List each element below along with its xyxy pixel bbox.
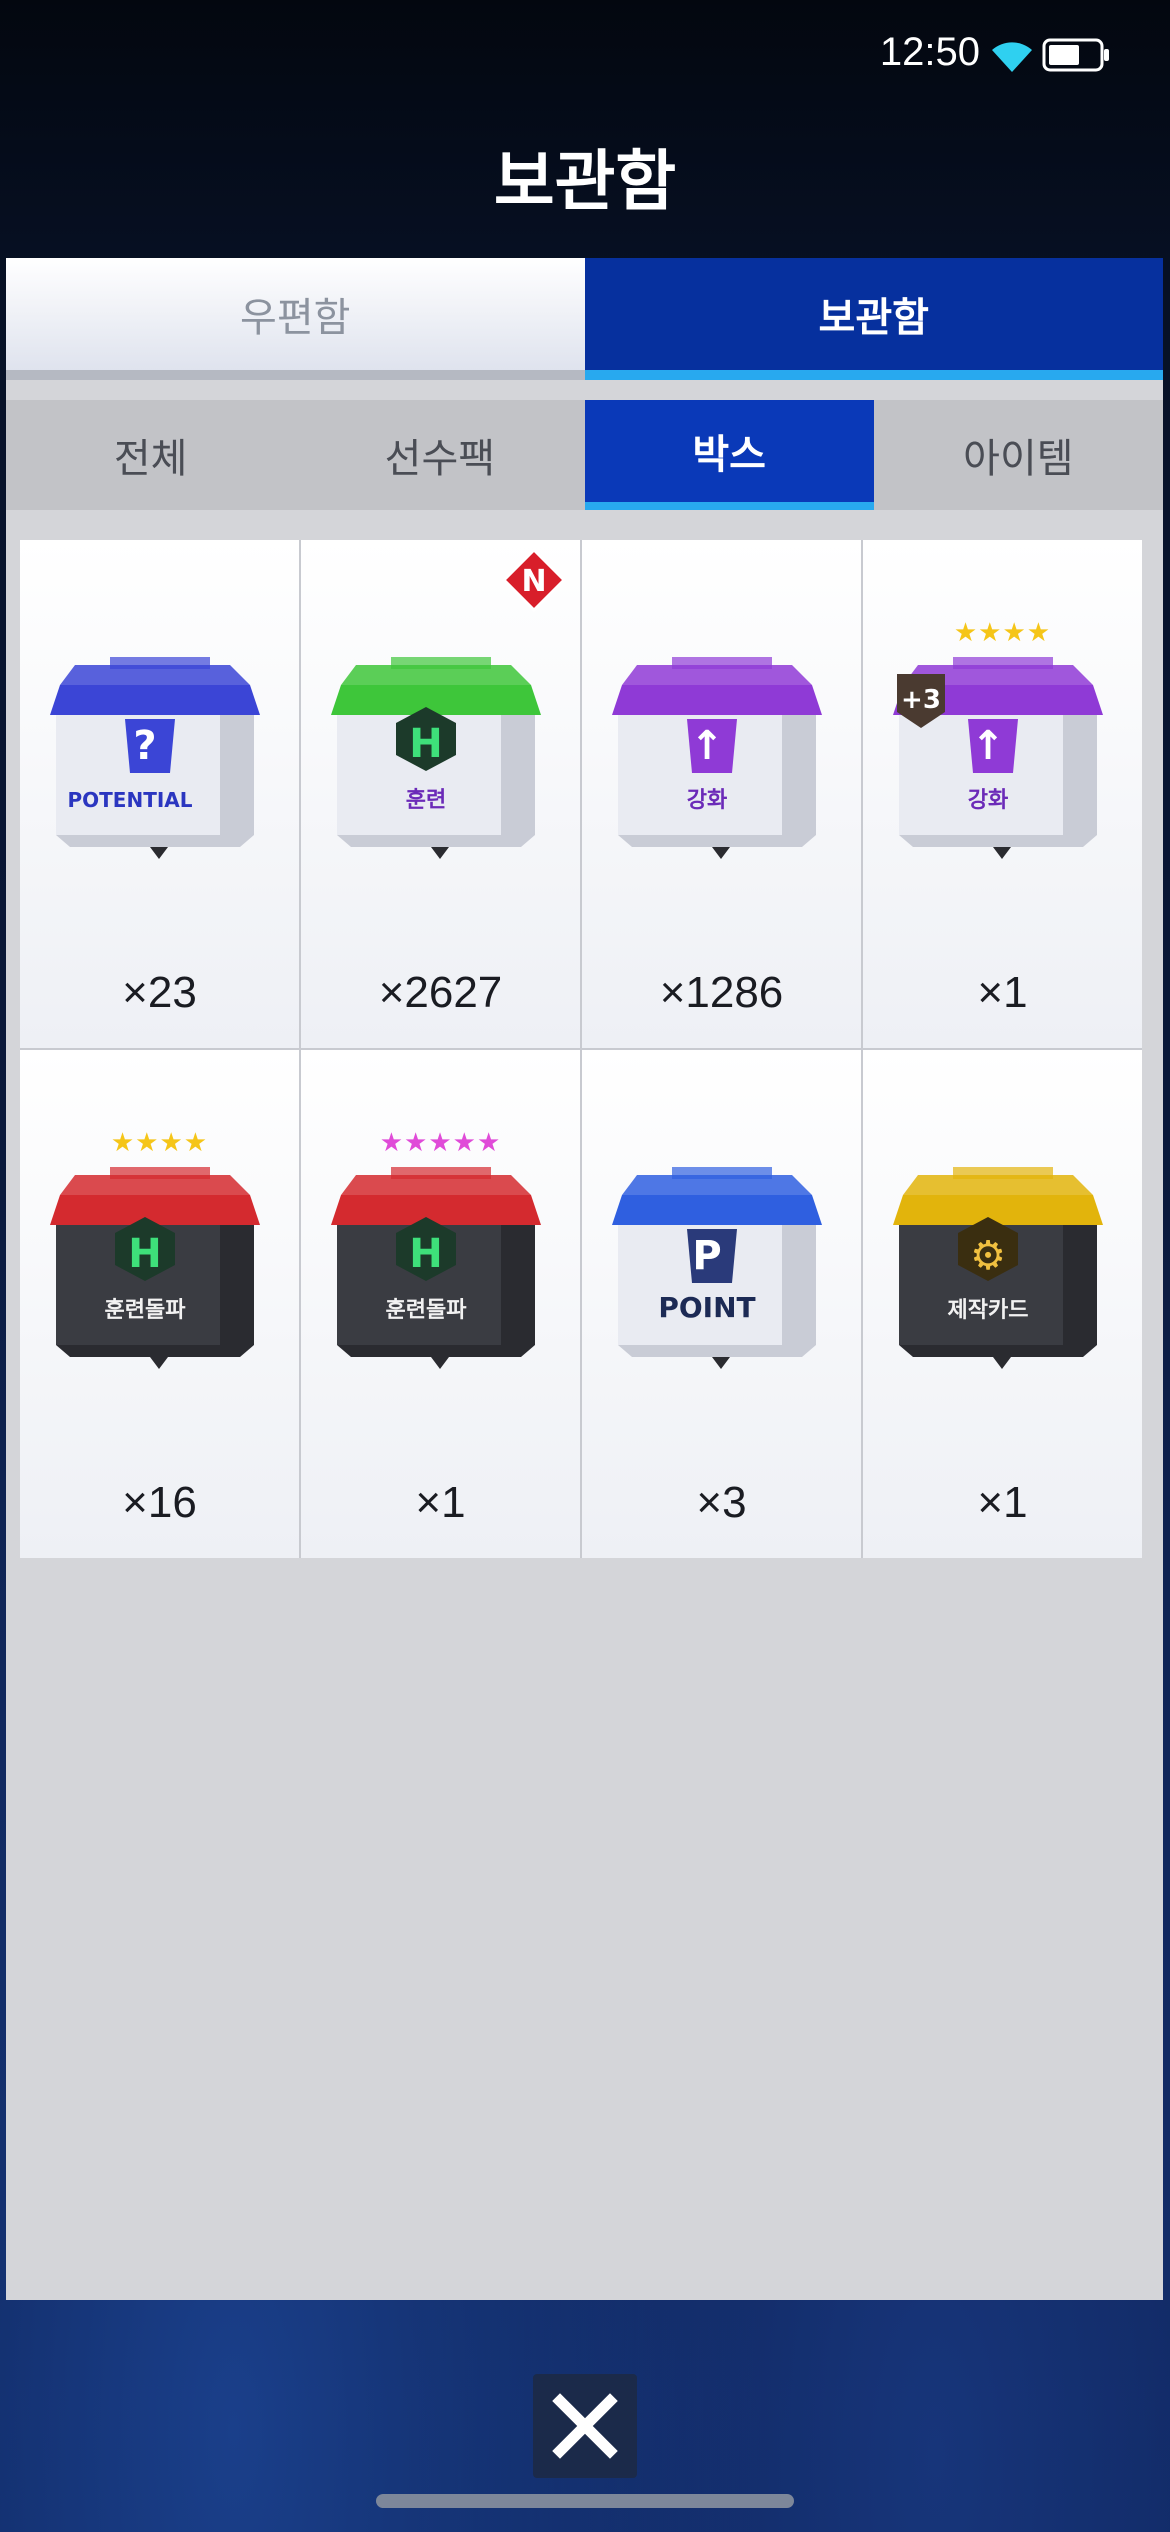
close-icon	[552, 2393, 618, 2459]
box-count: ×3	[696, 1478, 747, 1527]
star-rating: ★★★★	[953, 618, 1052, 648]
clock: 12:50	[879, 30, 980, 74]
box-count: ×1	[977, 968, 1028, 1017]
new-badge: N	[501, 547, 567, 616]
svg-text:훈련: 훈련	[406, 788, 446, 813]
top-tab-bar: 우편함 보관함	[6, 258, 1163, 380]
box-item[interactable]: P POINT ×3	[582, 1050, 861, 1558]
box-icon: ⚙ 제작카드	[893, 1167, 1103, 1369]
svg-text:N: N	[521, 564, 546, 599]
close-button[interactable]	[533, 2374, 637, 2478]
tab-player-pack-label: 선수팩	[384, 436, 496, 482]
box-count: ×23	[122, 968, 197, 1017]
box-icon: H 훈련돌파	[50, 1167, 260, 1369]
tab-player-pack[interactable]: 선수팩	[295, 400, 584, 510]
tab-all[interactable]: 전체	[6, 400, 295, 510]
status-bar: 12:50	[0, 0, 1170, 110]
svg-text:H: H	[128, 1231, 161, 1277]
box-count: ×1286	[659, 968, 784, 1017]
tab-storage[interactable]: 보관함	[584, 258, 1163, 380]
box-icon: ↑ 강화	[612, 657, 822, 859]
box-icon: H 훈련돌파	[331, 1167, 541, 1369]
tab-all-label: 전체	[113, 436, 188, 482]
box-count: ×1	[415, 1478, 466, 1527]
svg-text:+3: +3	[901, 685, 941, 715]
box-item[interactable]: H 훈련 N ×2627	[301, 540, 580, 1048]
box-count: ×1	[977, 1478, 1028, 1527]
svg-text:P: P	[692, 1233, 721, 1279]
box-count: ×2627	[378, 968, 503, 1017]
tab-mailbox[interactable]: 우편함	[6, 258, 585, 380]
svg-text:↑: ↑	[690, 723, 724, 769]
star-rating: ★★★★★	[379, 1128, 502, 1158]
svg-text:제작카드: 제작카드	[948, 1298, 1029, 1323]
svg-text:POTENTIAL: POTENTIAL	[67, 788, 192, 812]
upgrade-level-badge: +3	[891, 670, 951, 734]
category-tab-bar: 전체 선수팩 박스 아이템	[6, 400, 1163, 510]
svg-text:훈련돌파: 훈련돌파	[105, 1298, 187, 1323]
svg-text:POINT: POINT	[658, 1291, 755, 1324]
page-title: 보관함	[493, 143, 677, 220]
tab-storage-label: 보관함	[818, 295, 929, 341]
box-icon: ? POTENTIAL	[50, 657, 260, 859]
star-rating: ★★★★	[110, 1128, 209, 1158]
svg-text:⚙: ⚙	[970, 1233, 1006, 1279]
box-item[interactable]: H 훈련돌파 ★★★★ ×16	[20, 1050, 299, 1558]
box-grid: ? POTENTIAL ×23 H 훈련 N ×2627 ↑ 강화 ×1286 ↑…	[20, 540, 1142, 1558]
box-item[interactable]: ? POTENTIAL ×23	[20, 540, 299, 1048]
svg-text:↑: ↑	[971, 723, 1005, 769]
svg-text:훈련돌파: 훈련돌파	[386, 1298, 468, 1323]
svg-text:H: H	[409, 721, 442, 767]
tab-item[interactable]: 아이템	[874, 400, 1163, 510]
box-icon: H 훈련	[331, 657, 541, 859]
tab-box[interactable]: 박스	[584, 400, 874, 510]
svg-text:?: ?	[133, 723, 156, 769]
tab-item-label: 아이템	[963, 436, 1074, 482]
wifi-icon	[992, 42, 1032, 72]
box-item[interactable]: ⚙ 제작카드 ×1	[863, 1050, 1142, 1558]
svg-text:강화: 강화	[968, 788, 1008, 813]
svg-text:강화: 강화	[687, 788, 727, 813]
svg-text:H: H	[409, 1231, 442, 1277]
box-icon: P POINT	[612, 1167, 822, 1369]
home-indicator	[376, 2494, 794, 2508]
box-item[interactable]: H 훈련돌파 ★★★★★ ×1	[301, 1050, 580, 1558]
battery-icon	[1042, 38, 1109, 72]
storage-panel: 전체 선수팩 박스 아이템 ? POTENTIAL ×23 H 훈련 N ×262…	[6, 380, 1163, 2300]
box-count: ×16	[122, 1478, 197, 1527]
box-item[interactable]: ↑ 강화 ×1286	[582, 540, 861, 1048]
box-item[interactable]: ↑ 강화 ★★★★ +3 ×1	[863, 540, 1142, 1048]
tab-mailbox-label: 우편함	[240, 295, 351, 341]
tab-box-label: 박스	[692, 432, 766, 478]
